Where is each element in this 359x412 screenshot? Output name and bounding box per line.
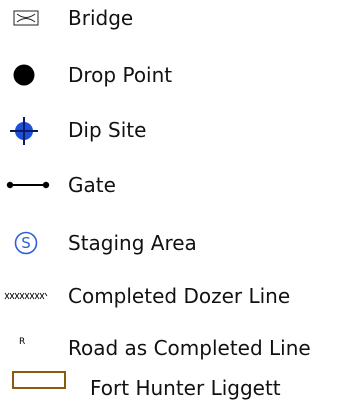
legend-item-road-as-completed-line: R Road as Completed Line	[0, 331, 359, 365]
legend-label-gate: Gate	[68, 173, 116, 197]
crosshair-circle-icon	[10, 117, 38, 145]
circled-s-icon: S	[14, 231, 38, 255]
legend-item-completed-dozer-line: Completed Dozer Line	[0, 279, 359, 313]
line-with-dots-icon	[6, 181, 50, 189]
hatched-line-icon	[4, 292, 48, 300]
legend-label-completed-dozer-line: Completed Dozer Line	[68, 284, 291, 308]
legend-item-fort-hunter-liggett: Fort Hunter Liggett	[0, 371, 359, 405]
legend-label-dip-site: Dip Site	[68, 118, 147, 142]
letter-r-icon: R	[19, 337, 26, 347]
legend-item-gate: Gate	[0, 168, 359, 202]
legend-label-fort-hunter-liggett: Fort Hunter Liggett	[90, 376, 281, 400]
legend-item-dip-site: Dip Site	[0, 113, 359, 147]
legend-label-bridge: Bridge	[68, 6, 134, 30]
map-legend: Bridge Drop Point Dip Site Gate S Stagin…	[0, 0, 359, 412]
bridge-icon	[13, 10, 39, 26]
legend-item-drop-point: Drop Point	[0, 58, 359, 92]
legend-item-staging-area: S Staging Area	[0, 226, 359, 260]
legend-label-road-as-completed-line: Road as Completed Line	[68, 336, 311, 360]
staging-marker: S	[21, 234, 31, 252]
filled-circle-icon	[13, 64, 35, 86]
legend-item-bridge: Bridge	[0, 1, 359, 35]
legend-label-drop-point: Drop Point	[68, 63, 173, 87]
outlined-rectangle-icon	[12, 371, 66, 389]
legend-label-staging-area: Staging Area	[68, 231, 197, 255]
